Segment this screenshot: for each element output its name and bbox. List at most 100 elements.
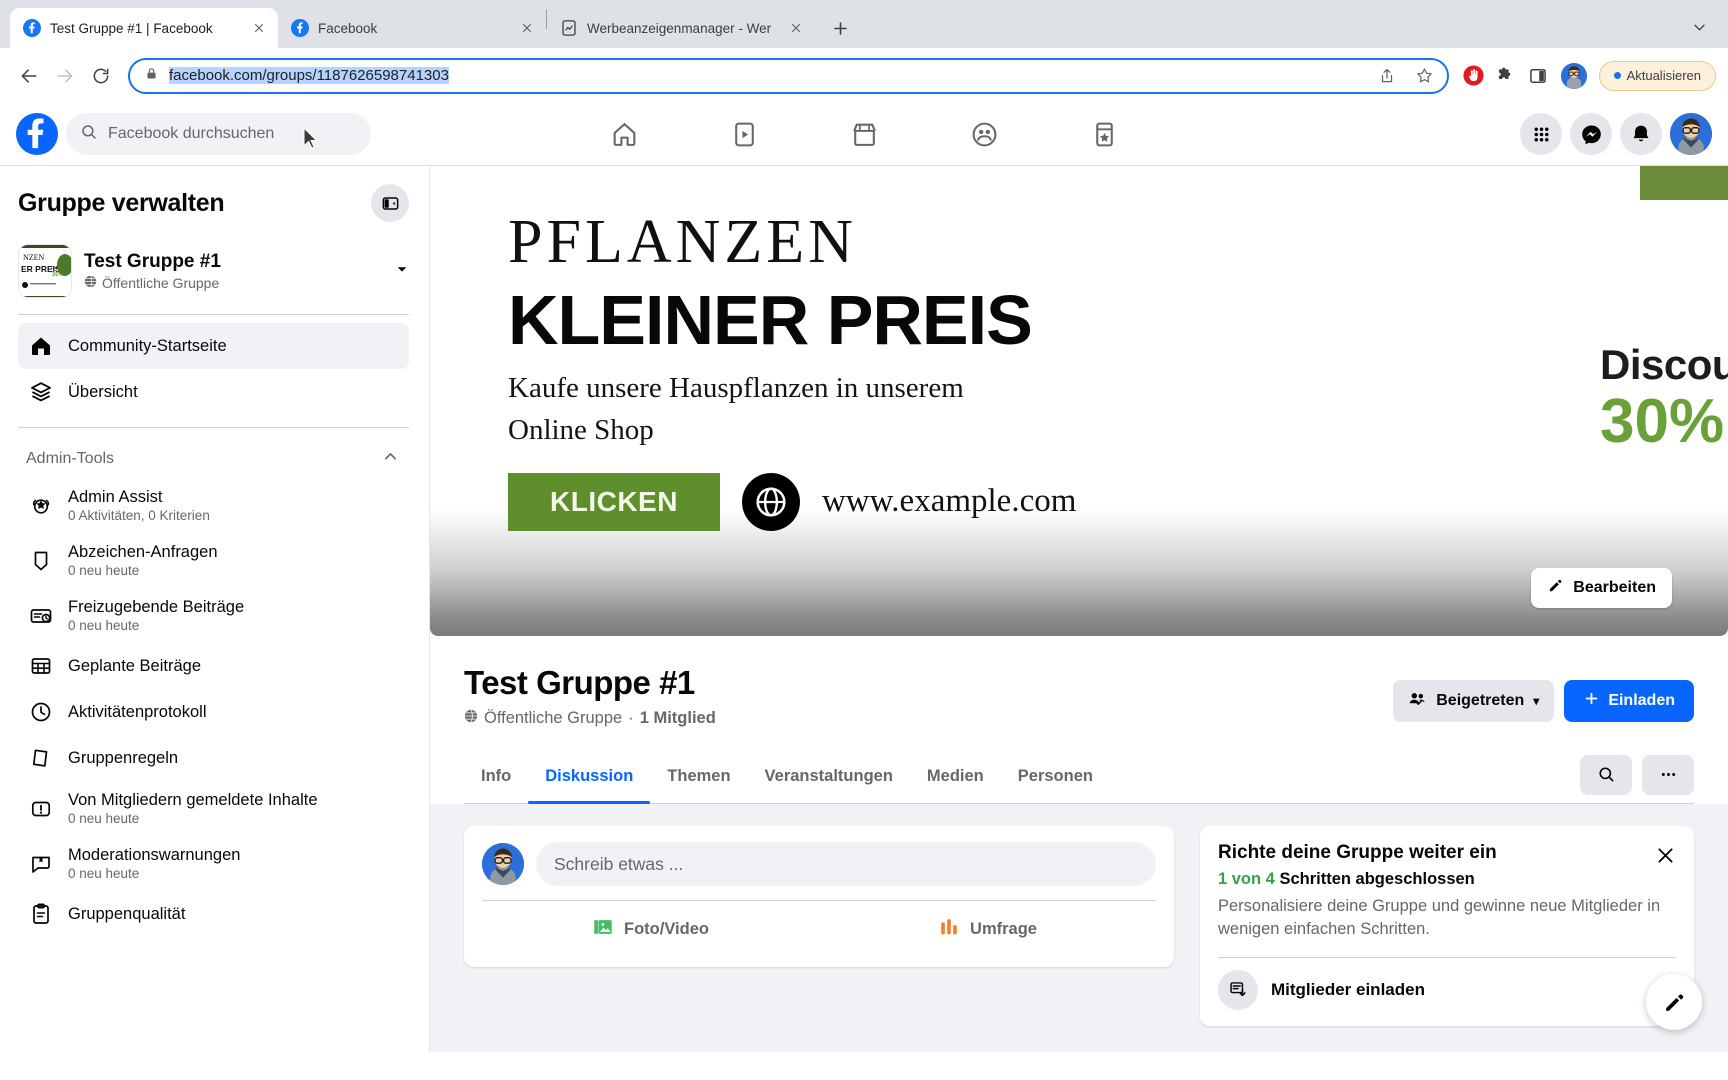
cover-headline-bold: KLEINER PREIS <box>508 281 1033 359</box>
tab-info[interactable]: Info <box>464 754 528 803</box>
search-icon[interactable] <box>1580 754 1632 795</box>
chevron-down-icon: ▾ <box>1533 694 1540 708</box>
setup-card-title: Richte deine Gruppe weiter ein <box>1218 842 1497 863</box>
tab-veranstaltungen[interactable]: Veranstaltungen <box>748 754 910 803</box>
tab-diskussion[interactable]: Diskussion <box>528 754 651 804</box>
cover-cta-button[interactable]: KLICKEN <box>508 472 720 531</box>
sidebar-item-scheduled-posts[interactable]: Geplante Beiträge <box>18 643 409 689</box>
browser-tab-0[interactable]: Test Gruppe #1 | Facebook <box>10 8 278 48</box>
home-icon <box>28 333 54 359</box>
more-horizontal-icon[interactable] <box>1642 754 1694 795</box>
browser-tab-1[interactable]: Facebook <box>278 8 546 48</box>
reload-button[interactable] <box>84 59 118 93</box>
chevron-up-icon[interactable] <box>382 448 399 470</box>
sidebar-item-overview[interactable]: Übersicht <box>18 369 409 415</box>
photo-video-button[interactable]: Foto/Video <box>482 907 819 951</box>
forward-button[interactable] <box>48 59 82 93</box>
feed-area: Schreib etwas ... Foto/Video Umfrage Ric… <box>430 804 1728 1026</box>
header-right-actions <box>1520 113 1712 155</box>
search-input[interactable]: Facebook durchsuchen <box>66 113 371 155</box>
close-icon[interactable] <box>250 19 268 37</box>
update-button[interactable]: Aktualisieren <box>1598 60 1716 91</box>
chevron-down-icon[interactable] <box>395 262 409 281</box>
cover-discount-word: Discount <box>1600 341 1728 388</box>
share-icon[interactable] <box>1373 62 1401 90</box>
avatar[interactable] <box>482 843 524 885</box>
puzzle-icon[interactable] <box>1491 61 1521 91</box>
tab-medien[interactable]: Medien <box>910 754 1001 803</box>
bell-icon[interactable] <box>1620 113 1662 155</box>
tab-themen[interactable]: Themen <box>650 754 747 803</box>
nav-groups[interactable] <box>929 110 1039 159</box>
badge-icon <box>28 548 54 574</box>
sidebar-group-row[interactable]: NZEN ER PREIS Discount 30% Test Gruppe #… <box>18 238 409 312</box>
nav-video[interactable] <box>689 110 799 159</box>
close-icon[interactable] <box>518 19 536 37</box>
collapse-panel-icon[interactable] <box>371 184 409 222</box>
star-icon[interactable] <box>1411 62 1439 90</box>
sidebar-item-admin-assist[interactable]: Admin Assist 0 Aktivitäten, 0 Kriterien <box>18 478 409 533</box>
sidebar-item-community-home[interactable]: Community-Startseite <box>18 323 409 369</box>
cover-photo[interactable]: PFLANZEN KLEINER PREIS Kaufe unsere Haus… <box>430 166 1728 636</box>
facebook-favicon <box>291 19 309 37</box>
plus-icon <box>1583 690 1600 712</box>
nav-marketplace[interactable] <box>809 110 919 159</box>
quality-icon <box>28 901 54 927</box>
divider <box>18 427 409 428</box>
pending-posts-icon <box>28 603 54 629</box>
sidebar-item-pending-posts[interactable]: Freizugebende Beiträge 0 neu heute <box>18 588 409 643</box>
sidebar-item-activity-log[interactable]: Aktivitätenprotokoll <box>18 689 409 735</box>
facebook-logo[interactable] <box>16 113 58 155</box>
joined-button[interactable]: Beigetreten ▾ <box>1393 680 1555 722</box>
tab-title: Test Gruppe #1 | Facebook <box>50 20 213 36</box>
header-nav <box>569 110 1159 159</box>
sidebar-item-label: Gruppenregeln <box>68 748 179 767</box>
sidebar-item-badge-requests[interactable]: Abzeichen-Anfragen 0 neu heute <box>18 533 409 588</box>
layers-icon <box>28 379 54 405</box>
grid-menu-icon[interactable] <box>1520 113 1562 155</box>
new-tab-button[interactable] <box>823 11 857 45</box>
back-button[interactable] <box>12 59 46 93</box>
report-icon <box>28 796 54 822</box>
close-icon[interactable] <box>787 19 805 37</box>
avatar[interactable] <box>1670 113 1712 155</box>
search-icon <box>80 123 98 146</box>
group-tabs-actions <box>1580 754 1694 803</box>
tab-personen[interactable]: Personen <box>1001 754 1110 803</box>
nav-gaming[interactable] <box>1049 110 1159 159</box>
nav-home[interactable] <box>569 110 679 159</box>
close-icon[interactable] <box>1650 840 1680 870</box>
photo-video-label: Foto/Video <box>624 919 709 938</box>
clock-icon <box>28 699 54 725</box>
edit-cover-button[interactable]: Bearbeiten <box>1531 568 1672 608</box>
setup-item-invite-members[interactable]: Mitglieder einladen <box>1218 969 1676 1010</box>
sidebar-item-sublabel: 0 Aktivitäten, 0 Kriterien <box>68 508 210 523</box>
poll-button[interactable]: Umfrage <box>819 907 1156 951</box>
messenger-icon[interactable] <box>1570 113 1612 155</box>
group-header: Test Gruppe #1 Öffentliche Gruppe · 1 Mi… <box>430 636 1728 804</box>
sidebar-item-label: Geplante Beiträge <box>68 656 202 675</box>
chevron-down-icon[interactable] <box>1682 10 1716 44</box>
sidepanel-icon[interactable] <box>1523 61 1553 91</box>
compose-fab-button[interactable] <box>1646 974 1702 1030</box>
composer-input[interactable]: Schreib etwas ... <box>536 842 1156 886</box>
invite-button-label: Einladen <box>1608 692 1675 709</box>
group-header-row: Test Gruppe #1 Öffentliche Gruppe · 1 Mi… <box>464 664 1694 728</box>
sidebar-item-moderation-alerts[interactable]: Moderationswarnungen 0 neu heute <box>18 836 409 891</box>
setup-steps-count: 1 von 4 <box>1218 870 1275 888</box>
sidebar-item-group-quality[interactable]: Gruppenqualität <box>18 891 409 937</box>
sidebar-section-admin-tools[interactable]: Admin-Tools <box>18 436 409 478</box>
chrome-profile-avatar[interactable] <box>1560 62 1587 89</box>
url-selection: facebook.com/groups/1187626598741303 <box>169 67 449 84</box>
sidebar-item-reported-content[interactable]: Von Mitgliedern gemeldete Inhalte 0 neu … <box>18 781 409 836</box>
invite-button[interactable]: Einladen <box>1564 680 1694 722</box>
address-bar[interactable]: facebook.com/groups/1187626598741303 <box>128 57 1449 94</box>
sidebar-item-group-rules[interactable]: Gruppenregeln <box>18 735 409 781</box>
url-text: facebook.com/groups/1187626598741303 <box>169 67 1363 84</box>
adblock-icon[interactable] <box>1459 61 1489 91</box>
update-button-label: Aktualisieren <box>1626 68 1701 83</box>
sidebar-item-sublabel: 0 neu heute <box>68 618 140 633</box>
browser-tab-2[interactable]: Werbeanzeigenmanager - Wer <box>547 8 815 48</box>
members-check-icon <box>1408 689 1427 713</box>
cover-discount-value: 30% <box>1600 387 1725 456</box>
